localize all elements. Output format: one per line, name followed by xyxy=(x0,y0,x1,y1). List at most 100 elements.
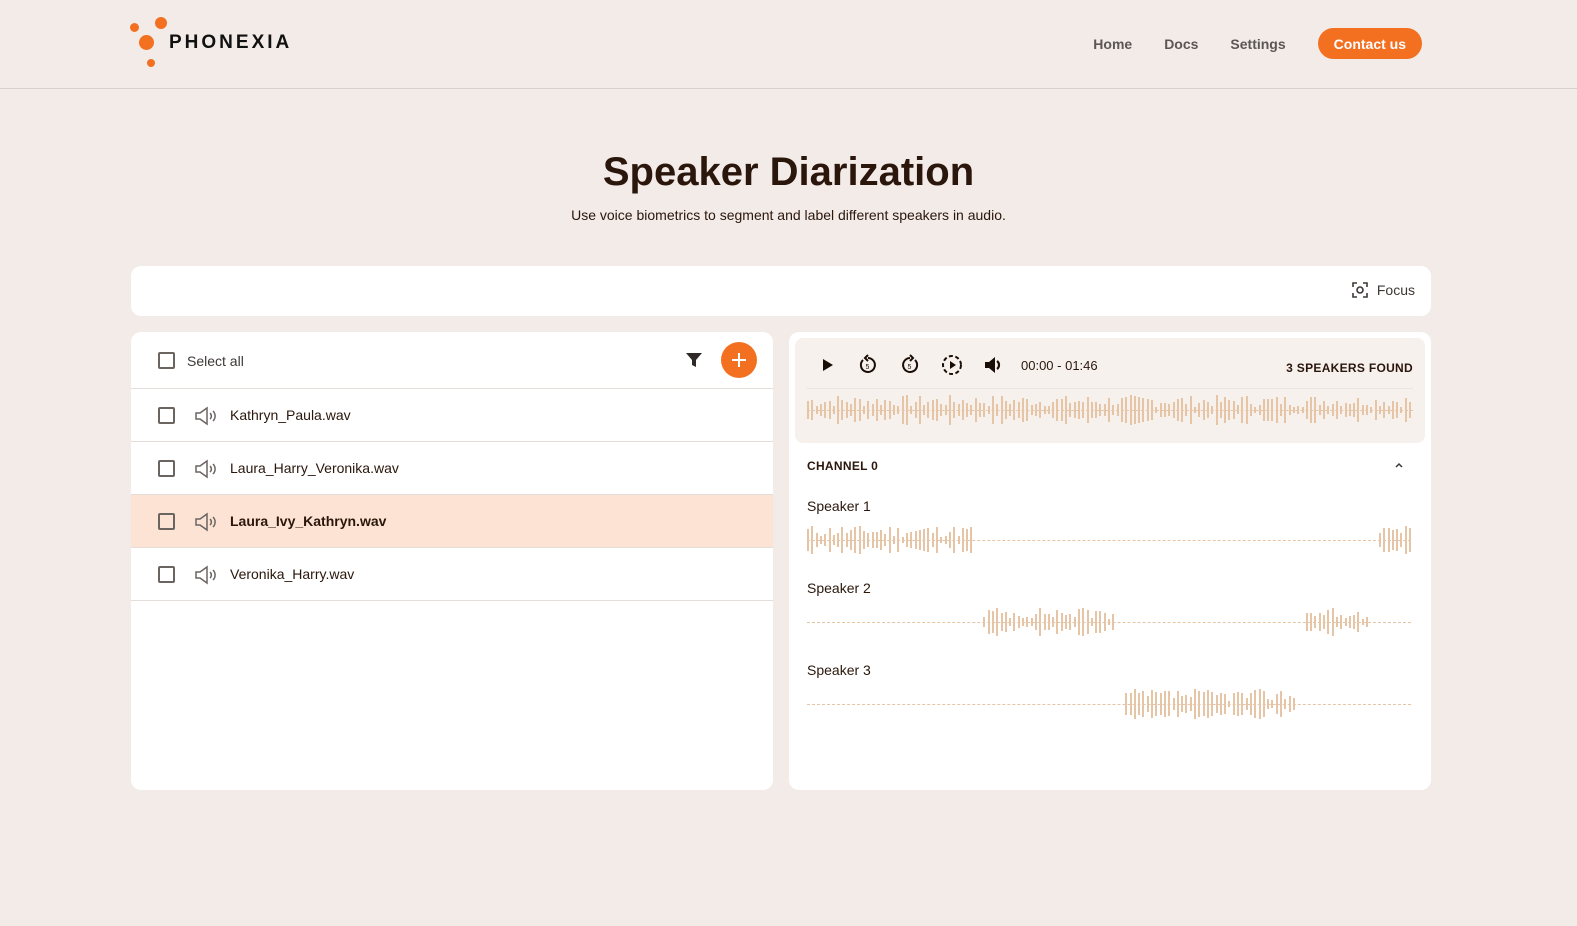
waveform-bar xyxy=(1241,692,1244,716)
file-checkbox[interactable] xyxy=(158,460,175,477)
speaker-waveform[interactable] xyxy=(807,689,1411,719)
toolbar: Focus xyxy=(131,266,1431,316)
file-row[interactable]: Veronika_Harry.wav xyxy=(131,548,773,601)
waveform-bar xyxy=(1125,396,1128,424)
focus-button[interactable]: Focus xyxy=(1351,281,1415,299)
waveform-bar xyxy=(1378,532,1381,548)
waveform-bar xyxy=(897,527,900,553)
header: PHONEXIA Home Docs Settings Contact us xyxy=(0,0,1577,89)
nav-docs[interactable]: Docs xyxy=(1164,36,1198,52)
waveform-bar xyxy=(970,405,973,415)
waveform-bar xyxy=(1310,613,1313,631)
waveform-bar xyxy=(996,608,999,636)
waveform-bar xyxy=(1069,403,1072,417)
contact-us-button[interactable]: Contact us xyxy=(1317,28,1422,59)
waveform-bar xyxy=(1172,402,1175,418)
waveform-bar xyxy=(1409,401,1411,419)
waveform-bar xyxy=(850,403,852,417)
file-row[interactable]: Kathryn_Paula.wav xyxy=(131,389,773,442)
waveform-bar xyxy=(1043,614,1046,630)
chevron-up-icon[interactable] xyxy=(1393,459,1405,471)
page-title: Speaker Diarization xyxy=(602,150,975,194)
waveform-bar xyxy=(832,406,835,414)
waveform-bar xyxy=(1215,694,1218,714)
waveform-baseline xyxy=(807,704,1411,705)
waveform-bar xyxy=(1258,405,1261,415)
waveform-bar xyxy=(1353,403,1356,417)
waveform-bar xyxy=(1159,692,1162,716)
waveform-bar xyxy=(880,529,883,550)
waveform-bar xyxy=(819,535,822,545)
waveform-bar xyxy=(1292,406,1295,414)
waveform-bar xyxy=(1194,689,1196,719)
file-row[interactable]: Laura_Ivy_Kathryn.wav xyxy=(131,495,773,548)
waveform-bar xyxy=(1086,396,1089,424)
file-checkbox[interactable] xyxy=(158,513,175,530)
waveform-bar xyxy=(1275,396,1278,424)
waveform-bar xyxy=(1211,405,1214,415)
waveform-bar xyxy=(1292,697,1295,711)
speaker-waveform[interactable] xyxy=(807,525,1411,555)
nav-settings[interactable]: Settings xyxy=(1230,36,1285,52)
waveform-bar xyxy=(931,400,934,420)
waveform-bar xyxy=(1202,691,1205,717)
waveform-bar xyxy=(1206,401,1209,419)
waveform-bar xyxy=(1228,399,1231,421)
divider xyxy=(807,388,1413,389)
waveform-bar xyxy=(1280,691,1282,717)
waveform-bar xyxy=(1391,529,1394,551)
waveform-bar xyxy=(910,531,913,549)
waveform-bar xyxy=(1301,406,1304,414)
file-checkbox[interactable] xyxy=(158,407,175,424)
waveform-bar xyxy=(1077,401,1080,419)
waveform-bar xyxy=(1267,699,1270,709)
file-name: Veronika_Harry.wav xyxy=(230,566,355,582)
waveform-bar xyxy=(1060,399,1063,421)
filter-icon[interactable] xyxy=(685,351,703,369)
waveform-bar xyxy=(1082,607,1085,637)
waveform-bar xyxy=(811,400,814,420)
play-segment-button[interactable] xyxy=(941,354,963,376)
waveform-bar xyxy=(875,398,878,422)
waveform-bar xyxy=(1056,398,1059,422)
waveform-bar xyxy=(875,531,878,549)
file-checkbox[interactable] xyxy=(158,566,175,583)
waveform-bar xyxy=(832,534,835,546)
file-name: Kathryn_Paula.wav xyxy=(230,407,351,423)
waveform-bar xyxy=(1228,700,1231,708)
waveform-bar xyxy=(944,536,947,544)
waveform-bar xyxy=(1370,406,1373,413)
select-all-checkbox[interactable] xyxy=(158,352,175,369)
waveform-bar xyxy=(1219,692,1222,716)
waveform-bar xyxy=(910,405,913,415)
forward-5-button[interactable]: 5 xyxy=(899,354,921,376)
waveform-bar xyxy=(1340,615,1343,629)
waveform-bar xyxy=(893,404,895,416)
waveform-bar xyxy=(1318,405,1321,415)
waveform-bar xyxy=(1340,406,1343,414)
speaker-label: Speaker 3 xyxy=(807,662,871,678)
waveform-bar xyxy=(1310,397,1313,423)
speaker-waveform[interactable] xyxy=(807,607,1411,637)
waveform-bar xyxy=(1047,614,1050,630)
waveform-bar xyxy=(1043,405,1046,415)
overview-waveform[interactable] xyxy=(807,395,1413,425)
play-button[interactable] xyxy=(817,355,837,375)
volume-button[interactable] xyxy=(983,354,1005,376)
waveform-bar xyxy=(888,527,891,553)
nav-home[interactable]: Home xyxy=(1093,36,1132,52)
waveform-bar xyxy=(1305,400,1308,420)
speakers-found: 3 SPEAKERS FOUND xyxy=(1286,361,1413,375)
waveform-bar xyxy=(1047,406,1050,414)
waveform-bar xyxy=(858,399,861,421)
waveform-bar xyxy=(1314,615,1317,629)
rewind-5-button[interactable]: 5 xyxy=(857,354,879,376)
add-file-button[interactable] xyxy=(721,342,757,378)
waveform-bar xyxy=(1249,403,1252,417)
waveform-bar xyxy=(1400,533,1403,547)
waveform-bar xyxy=(815,405,818,415)
waveform-bar xyxy=(1090,617,1093,627)
waveform-bar xyxy=(957,535,960,544)
phonexia-logo[interactable]: PHONEXIA xyxy=(130,17,310,69)
file-row[interactable]: Laura_Harry_Veronika.wav xyxy=(131,442,773,495)
